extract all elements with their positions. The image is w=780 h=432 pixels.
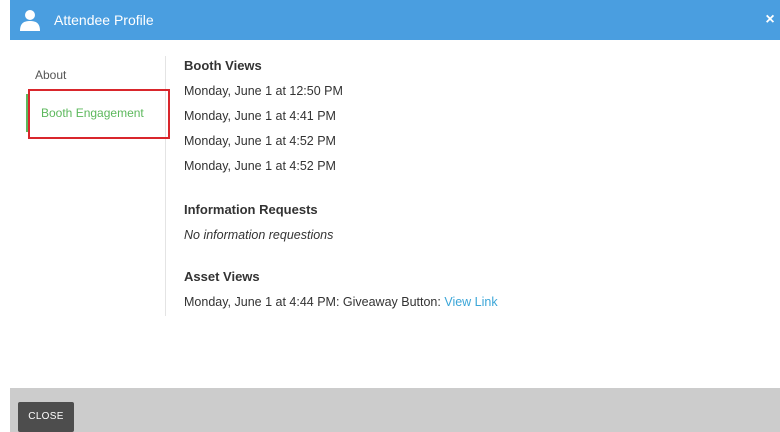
asset-views-title: Asset Views	[184, 269, 260, 284]
sidebar-item-label: About	[35, 68, 67, 82]
asset-view-entry: Monday, June 1 at 4:44 PM: Giveaway Butt…	[184, 294, 498, 310]
attendee-profile-modal: Attendee Profile × About Booth Engagemen…	[10, 0, 780, 432]
user-icon	[20, 10, 40, 31]
information-requests-title: Information Requests	[184, 202, 318, 217]
close-button[interactable]: CLOSE	[18, 402, 74, 432]
information-requests-empty: No information requestions	[184, 228, 334, 242]
view-link[interactable]: View Link	[444, 295, 497, 309]
modal-header: Attendee Profile ×	[10, 0, 780, 40]
modal-title: Attendee Profile	[54, 12, 154, 28]
modal-footer: CLOSE	[10, 388, 780, 432]
booth-view-entry: Monday, June 1 at 4:52 PM	[184, 134, 336, 148]
booth-view-entry: Monday, June 1 at 12:50 PM	[184, 84, 343, 98]
booth-view-entry: Monday, June 1 at 4:52 PM	[184, 159, 336, 173]
close-icon[interactable]: ×	[762, 10, 778, 30]
highlight-annotation-box	[28, 89, 170, 139]
booth-views-title: Booth Views	[184, 58, 262, 73]
asset-view-text: Monday, June 1 at 4:44 PM: Giveaway Butt…	[184, 295, 445, 309]
booth-view-entry: Monday, June 1 at 4:41 PM	[184, 109, 336, 123]
